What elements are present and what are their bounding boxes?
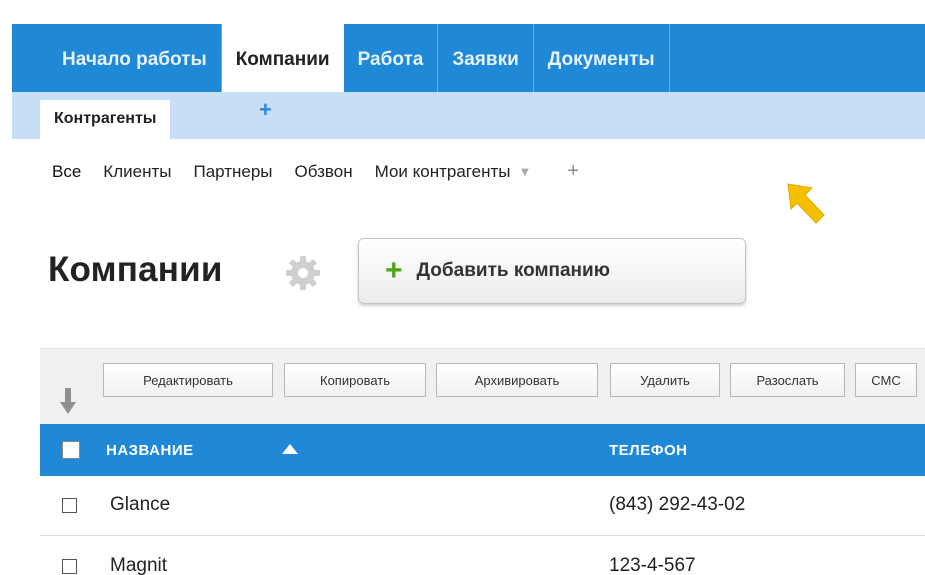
- column-header-name[interactable]: НАЗВАНИЕ: [106, 442, 194, 459]
- copy-button[interactable]: Копировать: [284, 363, 426, 397]
- filter-bar: Все Клиенты Партнеры Обзвон Мои контраге…: [52, 160, 579, 183]
- add-company-button[interactable]: + Добавить компанию: [358, 238, 746, 304]
- subtab-counterparties[interactable]: Контрагенты: [40, 100, 171, 139]
- row-checkbox[interactable]: [62, 498, 77, 513]
- sort-down-icon[interactable]: [60, 388, 76, 414]
- add-company-label: Добавить компанию: [416, 260, 610, 281]
- filter-my-counterparties[interactable]: Мои контрагенты: [375, 162, 511, 182]
- main-tabs: Начало работы Компании Работа Заявки Док…: [52, 24, 670, 92]
- table-row: Glance (843) 292-43-02: [40, 476, 925, 536]
- delete-button[interactable]: Удалить: [610, 363, 720, 397]
- send-button[interactable]: Разослать: [730, 363, 845, 397]
- add-filter-button[interactable]: +: [567, 160, 579, 183]
- top-nav-background: Начало работы Компании Работа Заявки Док…: [12, 24, 925, 92]
- company-phone: (843) 292-43-02: [609, 494, 746, 515]
- gear-icon[interactable]: [283, 253, 323, 293]
- row-checkbox[interactable]: [62, 559, 77, 574]
- add-subtab-button[interactable]: +: [259, 97, 272, 123]
- filter-dropdown-icon[interactable]: ▼: [518, 164, 531, 179]
- company-name[interactable]: Magnit: [110, 555, 167, 575]
- archive-button[interactable]: Архивировать: [436, 363, 598, 397]
- column-header-phone[interactable]: ТЕЛЕФОН: [609, 442, 688, 459]
- page-title: Компании: [48, 250, 223, 289]
- filter-partners[interactable]: Партнеры: [193, 162, 272, 182]
- plus-icon: +: [385, 254, 403, 287]
- top-nav-bar: Начало работы Компании Работа Заявки Док…: [0, 14, 925, 92]
- tab-companies[interactable]: Компании: [221, 24, 344, 92]
- tab-work[interactable]: Работа: [344, 24, 439, 92]
- filter-calling[interactable]: Обзвон: [295, 162, 353, 182]
- company-name[interactable]: Glance: [110, 494, 170, 516]
- arrow-pointer-icon: [787, 183, 825, 224]
- tab-documents[interactable]: Документы: [534, 24, 670, 92]
- company-phone: 123-4-567: [609, 555, 696, 575]
- tab-requests[interactable]: Заявки: [438, 24, 534, 92]
- sms-button[interactable]: СМС: [855, 363, 917, 397]
- edit-button[interactable]: Редактировать: [103, 363, 273, 397]
- sort-asc-icon[interactable]: [282, 444, 298, 454]
- tab-getting-started[interactable]: Начало работы: [52, 24, 222, 92]
- filter-all[interactable]: Все: [52, 162, 81, 182]
- filter-clients[interactable]: Клиенты: [103, 162, 171, 182]
- select-all-checkbox[interactable]: [62, 441, 80, 459]
- sub-nav-bar: Контрагенты +: [12, 92, 925, 139]
- table-row: Magnit 123-4-567: [40, 537, 925, 575]
